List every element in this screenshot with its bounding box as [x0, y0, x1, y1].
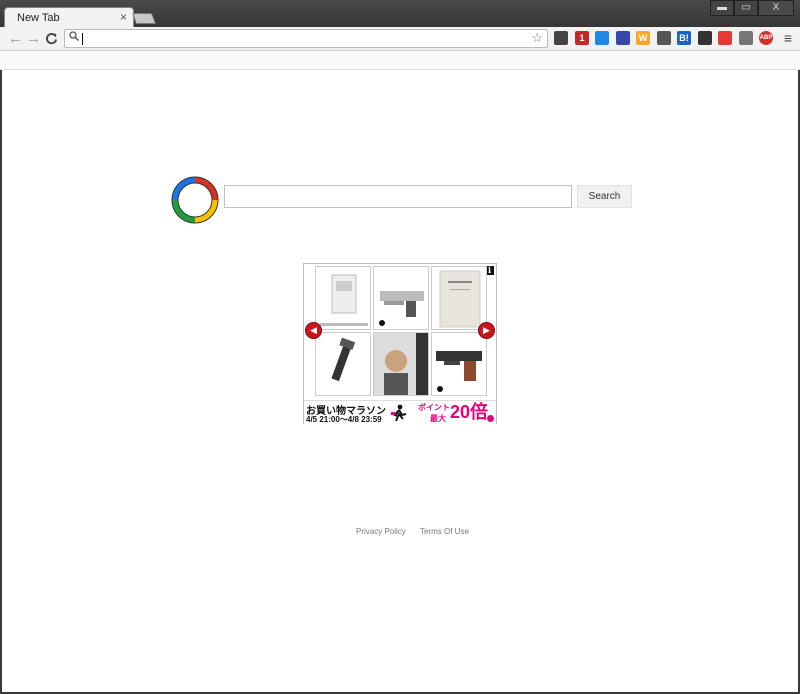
ad-promo-banner[interactable]: お買い物マラソン 4/5 21:00～4/8 23:59 ポイント 最大 20倍 — [304, 400, 496, 424]
ad-next-button[interactable]: ▶ — [478, 322, 495, 339]
ad-product-pistol-brown[interactable] — [431, 332, 487, 396]
ad-product-pistol-silver[interactable] — [373, 266, 429, 330]
ad-product-portrait[interactable] — [373, 332, 429, 396]
minimize-button[interactable]: ▬ — [710, 0, 734, 16]
reload-button[interactable] — [45, 30, 58, 49]
address-input[interactable] — [81, 31, 521, 46]
new-tab-button[interactable] — [131, 13, 157, 24]
ad-prev-button[interactable]: ◀ — [305, 322, 322, 339]
star-icon[interactable]: ☆ — [531, 30, 543, 46]
w-icon[interactable]: W — [636, 31, 650, 45]
banner-dot-icon — [487, 415, 494, 422]
tab-new-tab[interactable]: New Tab × — [4, 7, 134, 29]
banner-point-label: ポイント — [418, 403, 450, 412]
hand-icon[interactable] — [698, 31, 712, 45]
text-caret — [82, 33, 83, 45]
menu-icon[interactable]: ≡ — [784, 31, 792, 45]
qr-icon[interactable] — [657, 31, 671, 45]
one-icon[interactable]: 1 — [575, 31, 589, 45]
forward-button[interactable]: → — [26, 30, 41, 47]
browser-window: New Tab × ▬ ▭ X ← → ☆ 1 W B! ABP ≡ Searc… — [0, 0, 800, 694]
new-tab-page: Search i ◀ ▶ お買い物マラソン 4/5 21:00～4/8 23:5… — [2, 70, 798, 692]
hatena-icon[interactable]: B! — [677, 31, 691, 45]
back-button[interactable]: ← — [8, 30, 23, 47]
banner-dates: 4/5 21:00～4/8 23:59 — [306, 415, 382, 424]
banner-max-label: 最大 — [430, 414, 446, 423]
ad-product-grid — [315, 266, 487, 396]
keyboard-icon[interactable] — [739, 31, 753, 45]
ad-banner[interactable]: i ◀ ▶ お買い物マラソン 4/5 21:00～4/8 23:59 ポイント … — [303, 263, 497, 424]
search-icon — [69, 31, 80, 44]
search-input[interactable] — [224, 185, 572, 208]
search-button[interactable]: Search — [577, 185, 632, 208]
ad-product-bag[interactable] — [315, 266, 371, 330]
ad-product-magazine[interactable] — [315, 332, 371, 396]
abp-icon[interactable]: ABP — [759, 31, 773, 45]
logo-icon — [171, 176, 219, 224]
runner-icon — [391, 404, 407, 422]
colorful-icon[interactable] — [718, 31, 732, 45]
camera-icon[interactable] — [616, 31, 630, 45]
terms-of-use-link[interactable]: Terms Of Use — [420, 527, 469, 536]
reload-icon — [46, 33, 58, 45]
ad-product-book[interactable] — [431, 266, 487, 330]
privacy-policy-link[interactable]: Privacy Policy — [356, 527, 406, 536]
tab-title: New Tab — [17, 12, 60, 24]
window-controls: ▬ ▭ X — [710, 0, 794, 16]
address-bar[interactable]: ☆ — [64, 29, 548, 48]
browser-toolbar: ← → ☆ 1 W B! ABP ≡ — [0, 27, 800, 51]
bookmark-bar — [0, 51, 800, 70]
close-window-button[interactable]: X — [758, 0, 794, 16]
tab-close-icon[interactable]: × — [120, 11, 127, 23]
restore-button[interactable]: ▭ — [734, 0, 758, 16]
banner-multiplier: 20倍 — [450, 402, 489, 422]
title-bar: New Tab × ▬ ▭ X — [0, 0, 800, 29]
pocket-icon[interactable] — [554, 31, 568, 45]
cloud-icon[interactable] — [595, 31, 609, 45]
